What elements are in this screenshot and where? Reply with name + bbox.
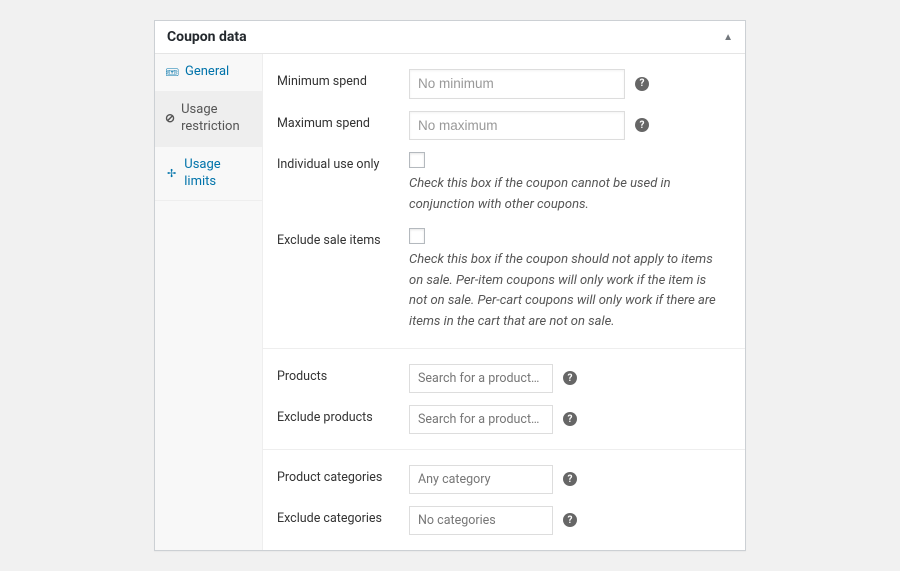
row-min-spend: Minimum spend ? (263, 63, 745, 105)
group-spend: Minimum spend ? Maximum spend ? Individu… (263, 54, 745, 349)
row-individual-use: Individual use only Check this box if th… (263, 146, 745, 222)
exclude-products-select[interactable]: Search for a product… (409, 405, 553, 434)
panel-body: General Usage restriction Usage limits M… (155, 54, 745, 550)
label-exclude-categories: Exclude categories (277, 506, 409, 526)
label-products: Products (277, 364, 409, 384)
product-categories-select[interactable]: Any category (409, 465, 553, 494)
help-icon[interactable]: ? (563, 472, 577, 486)
coupon-data-panel: Coupon data ▲ General Usage restriction … (154, 20, 746, 551)
exclude-categories-select[interactable]: No categories (409, 506, 553, 535)
tab-content: Minimum spend ? Maximum spend ? Individu… (263, 54, 745, 550)
label-exclude-products: Exclude products (277, 405, 409, 425)
tab-usage-restriction[interactable]: Usage restriction (155, 92, 262, 147)
label-exclude-sale: Exclude sale items (277, 228, 409, 248)
row-exclude-categories: Exclude categories No categories ? (263, 500, 745, 541)
row-products: Products Search for a product… ? (263, 358, 745, 399)
products-select[interactable]: Search for a product… (409, 364, 553, 393)
min-spend-input[interactable] (409, 69, 625, 99)
ban-icon (165, 111, 175, 127)
help-icon[interactable]: ? (563, 412, 577, 426)
label-min-spend: Minimum spend (277, 69, 409, 89)
panel-header[interactable]: Coupon data ▲ (155, 21, 745, 54)
tab-label: Usage restriction (181, 102, 252, 136)
panel-title: Coupon data (167, 29, 247, 45)
help-icon[interactable]: ? (563, 513, 577, 527)
label-individual-use: Individual use only (277, 152, 409, 172)
help-icon[interactable]: ? (635, 118, 649, 132)
ticket-icon (165, 65, 179, 81)
row-exclude-sale: Exclude sale items Check this box if the… (263, 222, 745, 339)
tab-general[interactable]: General (155, 54, 262, 92)
label-max-spend: Maximum spend (277, 111, 409, 131)
tabs-list: General Usage restriction Usage limits (155, 54, 263, 550)
row-max-spend: Maximum spend ? (263, 105, 745, 147)
exclude-sale-checkbox[interactable] (409, 228, 425, 244)
label-product-categories: Product categories (277, 465, 409, 485)
help-icon[interactable]: ? (563, 371, 577, 385)
collapse-icon[interactable]: ▲ (723, 32, 733, 43)
row-product-categories: Product categories Any category ? (263, 459, 745, 500)
group-categories: Product categories Any category ? Exclud… (263, 450, 745, 550)
exclude-sale-desc: Check this box if the coupon should not … (409, 250, 723, 333)
help-icon[interactable]: ? (635, 77, 649, 91)
group-products: Products Search for a product… ? Exclude… (263, 349, 745, 450)
max-spend-input[interactable] (409, 111, 625, 141)
tab-label: General (185, 64, 229, 81)
individual-use-checkbox[interactable] (409, 152, 425, 168)
row-exclude-products: Exclude products Search for a product… ? (263, 399, 745, 440)
tab-usage-limits[interactable]: Usage limits (155, 147, 262, 202)
move-icon (165, 166, 178, 182)
tab-label: Usage limits (184, 157, 252, 191)
individual-use-desc: Check this box if the coupon cannot be u… (409, 174, 723, 216)
